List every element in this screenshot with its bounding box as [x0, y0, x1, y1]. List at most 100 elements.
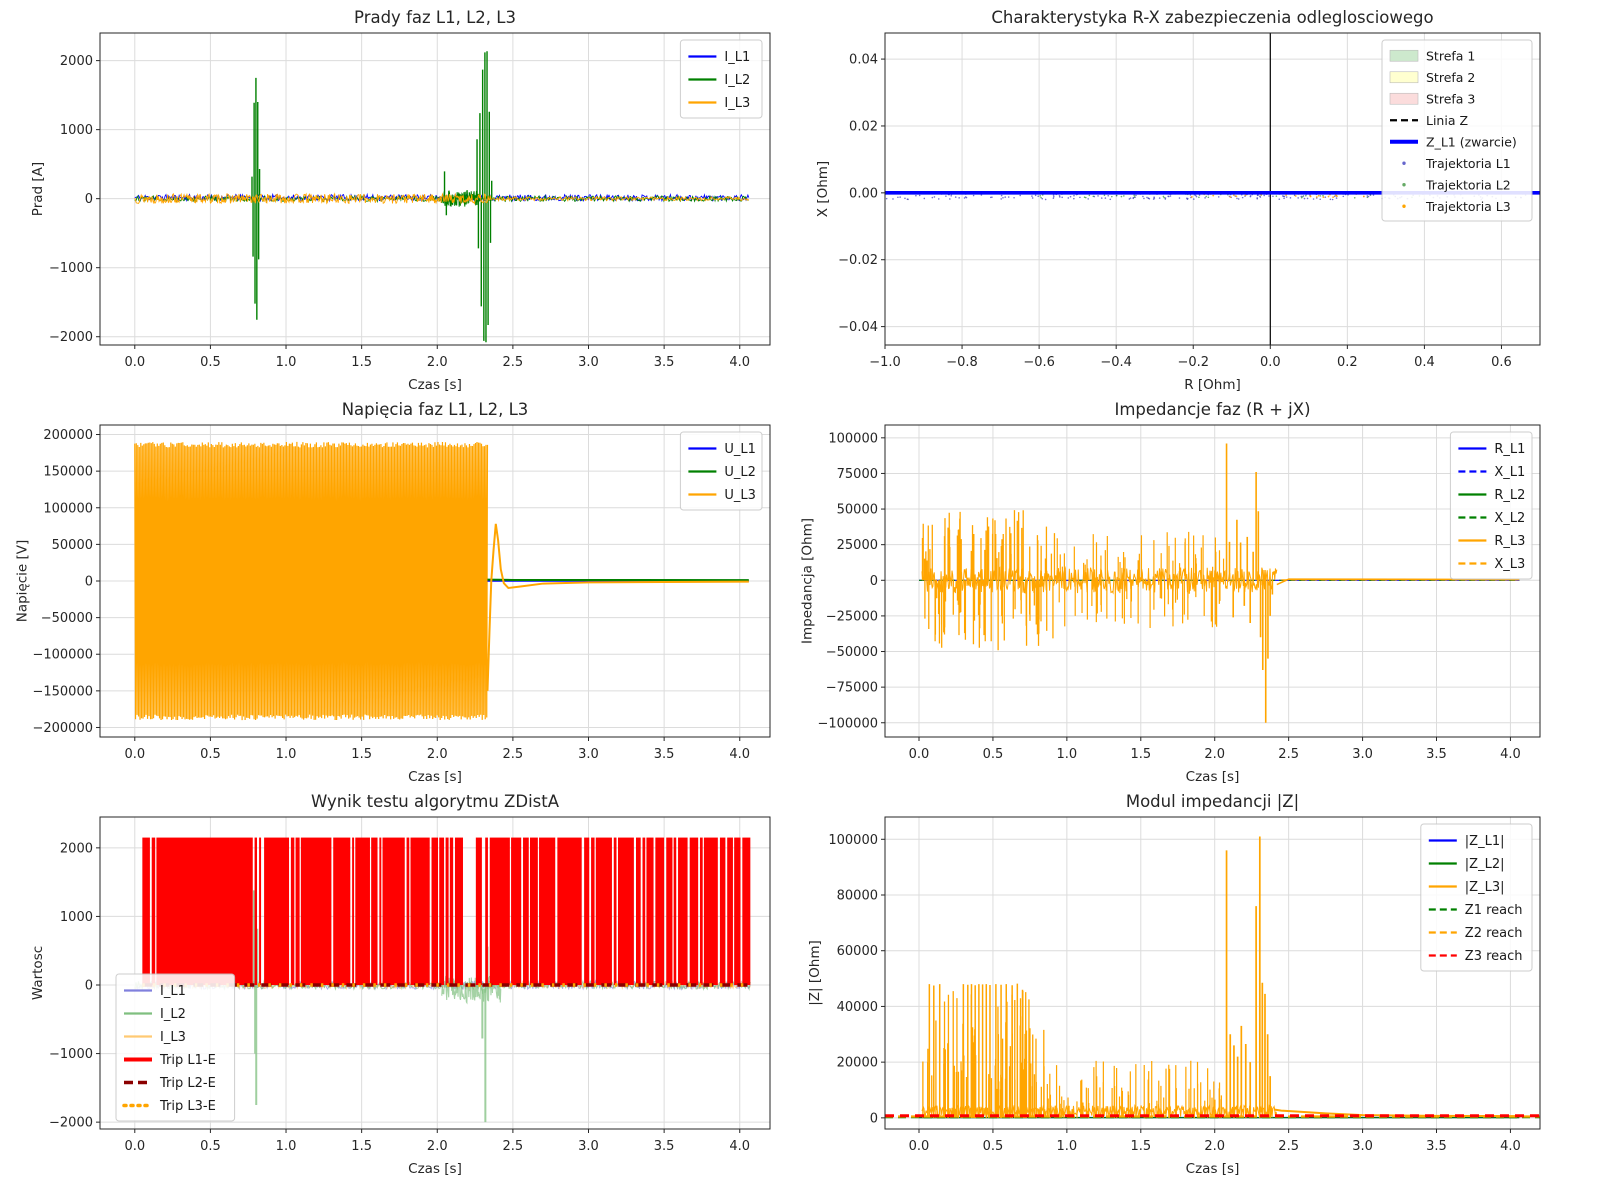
legend-label: Z3 reach — [1465, 949, 1523, 964]
legend-label: Strefa 2 — [1426, 70, 1475, 85]
legend-label: Linia Z — [1426, 113, 1468, 128]
y-tick-label: 1000 — [60, 910, 93, 925]
legend-label: Trip L3-E — [159, 1099, 216, 1114]
x-tick-label: 3.5 — [654, 747, 675, 762]
y-axis-label: |Z| [Ohm] — [807, 940, 823, 1006]
x-axis-label: Czas [s] — [408, 377, 462, 392]
legend-label: X_L1 — [1494, 465, 1525, 480]
y-tick-label: 0.02 — [849, 119, 878, 134]
grid — [100, 33, 770, 345]
legend-label: Z1 reach — [1465, 903, 1523, 918]
legend: U_L1U_L2U_L3 — [680, 432, 762, 510]
y-axis-label: Napięcie [V] — [14, 540, 30, 623]
legend-label: Trajektoria L1 — [1425, 156, 1511, 171]
y-tick-label: 0 — [85, 192, 93, 207]
y-tick-label: −75000 — [826, 681, 878, 696]
x-tick-label: 3.0 — [1352, 1139, 1373, 1154]
x-tick-label: 0.0 — [909, 1139, 930, 1154]
x-tick-label: 1.5 — [1130, 747, 1151, 762]
figure: 0.0 0.5 1.0 1.5 2.0 2.5 3.0 3.5 4.0 −2000 −1000 0 10… — [0, 0, 1600, 1200]
x-tick-label: 4.0 — [729, 747, 750, 762]
x-axis-label: Czas [s] — [408, 1161, 462, 1177]
y-tick-label: 1000 — [60, 123, 93, 138]
x-axis-label: Czas [s] — [1186, 769, 1240, 784]
y-tick-label: 0 — [85, 575, 93, 590]
y-tick-label: 150000 — [43, 465, 93, 480]
x-tick-label: 2.5 — [503, 355, 524, 370]
series — [919, 444, 1519, 723]
legend-label: I_L2 — [724, 73, 750, 88]
y-tick-label: −2000 — [49, 330, 93, 345]
x-tick-label: 0.0 — [124, 355, 145, 370]
y-tick-label: 2000 — [60, 54, 93, 69]
y-tick-label: 80000 — [837, 889, 878, 904]
y-tick-label: 0.00 — [849, 186, 878, 201]
legend-label: R_L1 — [1494, 442, 1525, 457]
x-tick-label: 2.0 — [427, 355, 448, 370]
x-tick-label: 0.6 — [1491, 355, 1512, 370]
legend-swatch-patch — [1390, 93, 1418, 104]
y-tick-label: −100000 — [32, 648, 93, 663]
y-tick-label: −1000 — [49, 261, 93, 276]
chart-title: Modul impedancji |Z| — [1126, 792, 1299, 811]
legend-label: I_L3 — [724, 96, 750, 111]
x-tick-label: 0.0 — [124, 1139, 145, 1154]
legend-label: U_L1 — [724, 442, 756, 457]
x-tick-label: 1.0 — [276, 355, 297, 370]
x-axis-label: Czas [s] — [1186, 1161, 1240, 1177]
chart-prady-faz: 0.00.51.01.52.02.53.03.54.0−2000−1000010… — [0, 0, 800, 392]
y-tick-label: 100000 — [43, 501, 93, 516]
x-tick-label: 3.0 — [578, 747, 599, 762]
x-tick-label: −0.6 — [1023, 355, 1055, 370]
y-tick-label: 60000 — [837, 944, 878, 959]
chart-title: Charakterystyka R-X zabezpieczenia odleg… — [991, 8, 1433, 27]
legend-swatch-patch — [1390, 72, 1418, 83]
legend-label: Trajektoria L3 — [1425, 199, 1511, 214]
x-tick-label: 1.5 — [351, 747, 372, 762]
x-tick-label: 0.4 — [1414, 355, 1435, 370]
y-tick-label: −50000 — [826, 645, 878, 660]
x-tick-label: 3.0 — [578, 1139, 599, 1154]
chart-title: Napięcia faz L1, L2, L3 — [342, 400, 529, 419]
chart-modul-impedancji: 0.00.51.01.52.02.53.03.54.00200004000060… — [800, 784, 1600, 1200]
y-tick-label: −1000 — [49, 1047, 93, 1062]
y-tick-label: −0.04 — [838, 320, 878, 335]
x-tick-label: 2.0 — [427, 1139, 448, 1154]
x-tick-label: −1.0 — [869, 355, 901, 370]
legend: I_L1 I_L2 I_L3 — [680, 40, 762, 118]
y-tick-label: 75000 — [837, 467, 878, 482]
y-tick-label: 100000 — [828, 431, 878, 446]
y-axis-label: X [Ohm] — [815, 161, 831, 217]
x-tick-label: 4.0 — [729, 1139, 750, 1154]
legend-label: Trip L1-E — [159, 1053, 216, 1068]
x-tick-label: 3.5 — [1426, 747, 1447, 762]
x-tick-label: −0.2 — [1177, 355, 1209, 370]
x-tick-label: 2.0 — [427, 747, 448, 762]
x-tick-label: 3.0 — [578, 355, 599, 370]
legend-swatch-marker — [1402, 162, 1405, 165]
legend-label: Trajektoria L2 — [1425, 177, 1511, 192]
x-tick-label: 3.5 — [1426, 1139, 1447, 1154]
legend-label: R_L2 — [1494, 488, 1525, 503]
x-tick-label: 0.5 — [983, 1139, 1004, 1154]
series — [135, 442, 749, 720]
y-tick-label: 50000 — [52, 538, 93, 553]
legend-label: Strefa 3 — [1426, 91, 1475, 106]
y-axis-label: Impedancja [Ohm] — [800, 518, 815, 644]
legend: R_L1X_L1R_L2X_L2R_L3X_L3 — [1450, 432, 1532, 579]
x-tick-label: 0.0 — [1260, 355, 1281, 370]
legend: I_L1I_L2I_L3Trip L1-ETrip L2-ETrip L3-E — [116, 974, 235, 1121]
x-tick-label: −0.4 — [1100, 355, 1132, 370]
x-tick-label: 1.0 — [276, 747, 297, 762]
x-tick-label: 1.0 — [1057, 1139, 1078, 1154]
x-axis-label: Czas [s] — [408, 769, 462, 784]
legend-label: R_L3 — [1494, 534, 1525, 549]
x-tick-label: 0.5 — [200, 1139, 221, 1154]
chart-title: Prady faz L1, L2, L3 — [354, 8, 516, 27]
x-tick-label: 4.0 — [729, 355, 750, 370]
legend-label: X_L2 — [1494, 511, 1525, 526]
x-tick-label: 2.5 — [503, 1139, 524, 1154]
y-tick-label: −100000 — [817, 716, 878, 731]
legend-label: I_L1 — [724, 50, 750, 65]
x-tick-label: 2.5 — [1278, 1139, 1299, 1154]
